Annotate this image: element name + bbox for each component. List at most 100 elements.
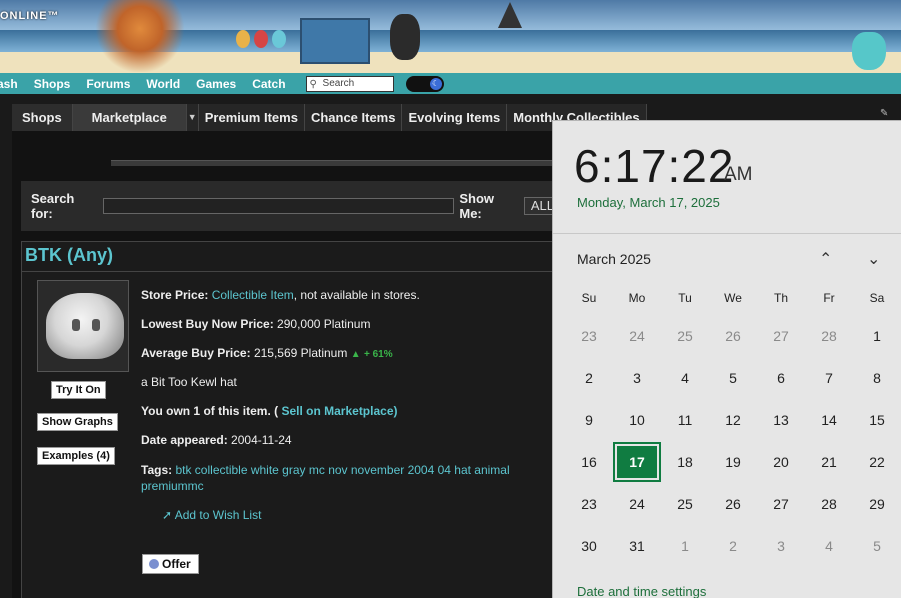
tab-marketplace[interactable]: Marketplace (72, 104, 187, 131)
calendar-day[interactable]: 5 (855, 528, 899, 564)
calendar-day[interactable]: 12 (711, 402, 755, 438)
calendar-day[interactable]: 29 (855, 486, 899, 522)
dark-mode-toggle[interactable]: ☾ (405, 75, 444, 92)
calendar-day[interactable]: 18 (663, 444, 707, 480)
calendar-day[interactable]: 4 (663, 360, 707, 396)
nav-search-input[interactable]: ⚲ Search (305, 75, 394, 92)
hat-image (46, 293, 124, 359)
chevron-down-icon[interactable]: ⌄ (867, 249, 880, 269)
nav-item-world[interactable]: World (138, 77, 188, 91)
offer-label: Offer (162, 557, 191, 571)
tab-shops[interactable]: Shops (12, 104, 73, 131)
average-price-label: Average Buy Price: (141, 346, 251, 360)
search-input[interactable] (103, 198, 455, 214)
lowest-price-label: Lowest Buy Now Price: (141, 317, 274, 331)
date-appeared-line: Date appeared: 2004-11-24 (141, 433, 292, 447)
calendar-day[interactable]: 20 (759, 444, 803, 480)
calendar-day[interactable]: 26 (711, 318, 755, 354)
calendar-day[interactable]: 19 (711, 444, 755, 480)
title-divider (22, 271, 562, 272)
calendar-day[interactable]: 2 (711, 528, 755, 564)
offer-icon (149, 559, 159, 569)
tags-links[interactable]: btk collectible white gray mc nov novemb… (141, 463, 510, 493)
nav-item-cash[interactable]: ash (0, 77, 26, 91)
tags-label: Tags: (141, 463, 173, 477)
calendar-day[interactable]: 23 (567, 486, 611, 522)
site-logo[interactable]: ONLINE™ (0, 10, 60, 22)
calendar-day[interactable]: 2 (567, 360, 611, 396)
nav-item-shops[interactable]: Shops (26, 77, 79, 91)
calendar-day[interactable]: 9 (567, 402, 611, 438)
calendar-day[interactable]: 5 (711, 360, 755, 396)
calendar-day[interactable]: 28 (807, 486, 851, 522)
calendar-day[interactable]: 21 (807, 444, 851, 480)
calendar-day[interactable]: 24 (615, 318, 659, 354)
long-date[interactable]: Monday, March 17, 2025 (577, 195, 720, 210)
calendar-day[interactable]: 28 (807, 318, 851, 354)
calendar-day[interactable]: 14 (807, 402, 851, 438)
own-count-text: You own 1 of this item. ( (141, 404, 279, 418)
weekday-we: We (724, 291, 742, 305)
calendar-day[interactable]: 27 (759, 486, 803, 522)
calendar-month-label[interactable]: March 2025 (577, 251, 651, 267)
calendar-day[interactable]: 25 (663, 318, 707, 354)
pin-icon[interactable]: ✎ (880, 108, 888, 119)
calendar-day[interactable]: 4 (807, 528, 851, 564)
calendar-day-today[interactable]: 17 (613, 442, 661, 482)
chevron-up-icon[interactable]: ⌃ (819, 249, 832, 269)
sell-on-marketplace-link[interactable]: Sell on Marketplace) (281, 404, 397, 418)
calendar-day[interactable]: 1 (663, 528, 707, 564)
calendar-day[interactable]: 30 (567, 528, 611, 564)
calendar-day[interactable]: 16 (567, 444, 611, 480)
item-title: BTK (Any) (25, 245, 113, 265)
calendar-day[interactable]: 13 (759, 402, 803, 438)
item-image (37, 280, 129, 372)
weekday-mo: Mo (628, 291, 646, 305)
weekday-sa: Sa (869, 291, 885, 305)
calendar-day[interactable]: 25 (663, 486, 707, 522)
tab-evolving-items[interactable]: Evolving Items (402, 104, 508, 131)
try-it-on-button[interactable]: Try It On (51, 381, 106, 399)
show-graphs-button[interactable]: Show Graphs (37, 413, 118, 431)
calendar-day[interactable]: 27 (759, 318, 803, 354)
average-price-change: + 61% (363, 349, 393, 360)
tab-chance-items[interactable]: Chance Items (304, 104, 403, 131)
calendar-day[interactable]: 11 (663, 402, 707, 438)
nav-item-games[interactable]: Games (188, 77, 244, 91)
collectible-item-link[interactable]: Collectible Item (212, 288, 294, 302)
average-price-line: Average Buy Price: 215,569 Platinum ▲ + … (141, 346, 393, 360)
calendar-day[interactable]: 3 (615, 360, 659, 396)
lowest-price-line: Lowest Buy Now Price: 290,000 Platinum (141, 317, 370, 331)
own-count-line: You own 1 of this item. ( Sell on Market… (141, 404, 398, 418)
search-label: Search for: (31, 191, 75, 221)
weekday-su: Su (581, 291, 597, 305)
banner-balloon-yellow (236, 30, 250, 48)
banner-bear-art (852, 32, 886, 70)
marketplace-dropdown-icon[interactable]: ▼ (186, 104, 199, 131)
weekday-tu: Tu (678, 291, 692, 305)
calendar-day[interactable]: 22 (855, 444, 899, 480)
calendar-day[interactable]: 10 (615, 402, 659, 438)
tab-premium-items[interactable]: Premium Items (198, 104, 305, 131)
calendar-day[interactable]: 6 (759, 360, 803, 396)
nav-item-forums[interactable]: Forums (78, 77, 138, 91)
examples-button[interactable]: Examples (4) (37, 447, 115, 465)
horizontal-scrollbar[interactable] (111, 160, 571, 166)
add-to-wish-list-link[interactable]: ➚ Add to Wish List (162, 508, 261, 522)
weekday-th: Th (773, 291, 788, 305)
item-description: a Bit Too Kewl hat (141, 375, 237, 389)
calendar-day[interactable]: 3 (759, 528, 803, 564)
date-time-settings-link[interactable]: Date and time settings (577, 584, 706, 598)
calendar-day[interactable]: 15 (855, 402, 899, 438)
item-details: BTK (Any) Try It On Show Graphs Examples… (21, 241, 562, 598)
calendar-day[interactable]: 26 (711, 486, 755, 522)
nav-item-catch[interactable]: Catch (244, 77, 293, 91)
calendar-day[interactable]: 1 (855, 318, 899, 354)
calendar-day[interactable]: 8 (855, 360, 899, 396)
calendar-day[interactable]: 24 (615, 486, 659, 522)
calendar-day[interactable]: 23 (567, 318, 611, 354)
offer-button[interactable]: Offer (142, 554, 199, 574)
calendar-day[interactable]: 31 (615, 528, 659, 564)
calendar-day[interactable]: 7 (807, 360, 851, 396)
date-appeared-label: Date appeared: (141, 433, 228, 447)
